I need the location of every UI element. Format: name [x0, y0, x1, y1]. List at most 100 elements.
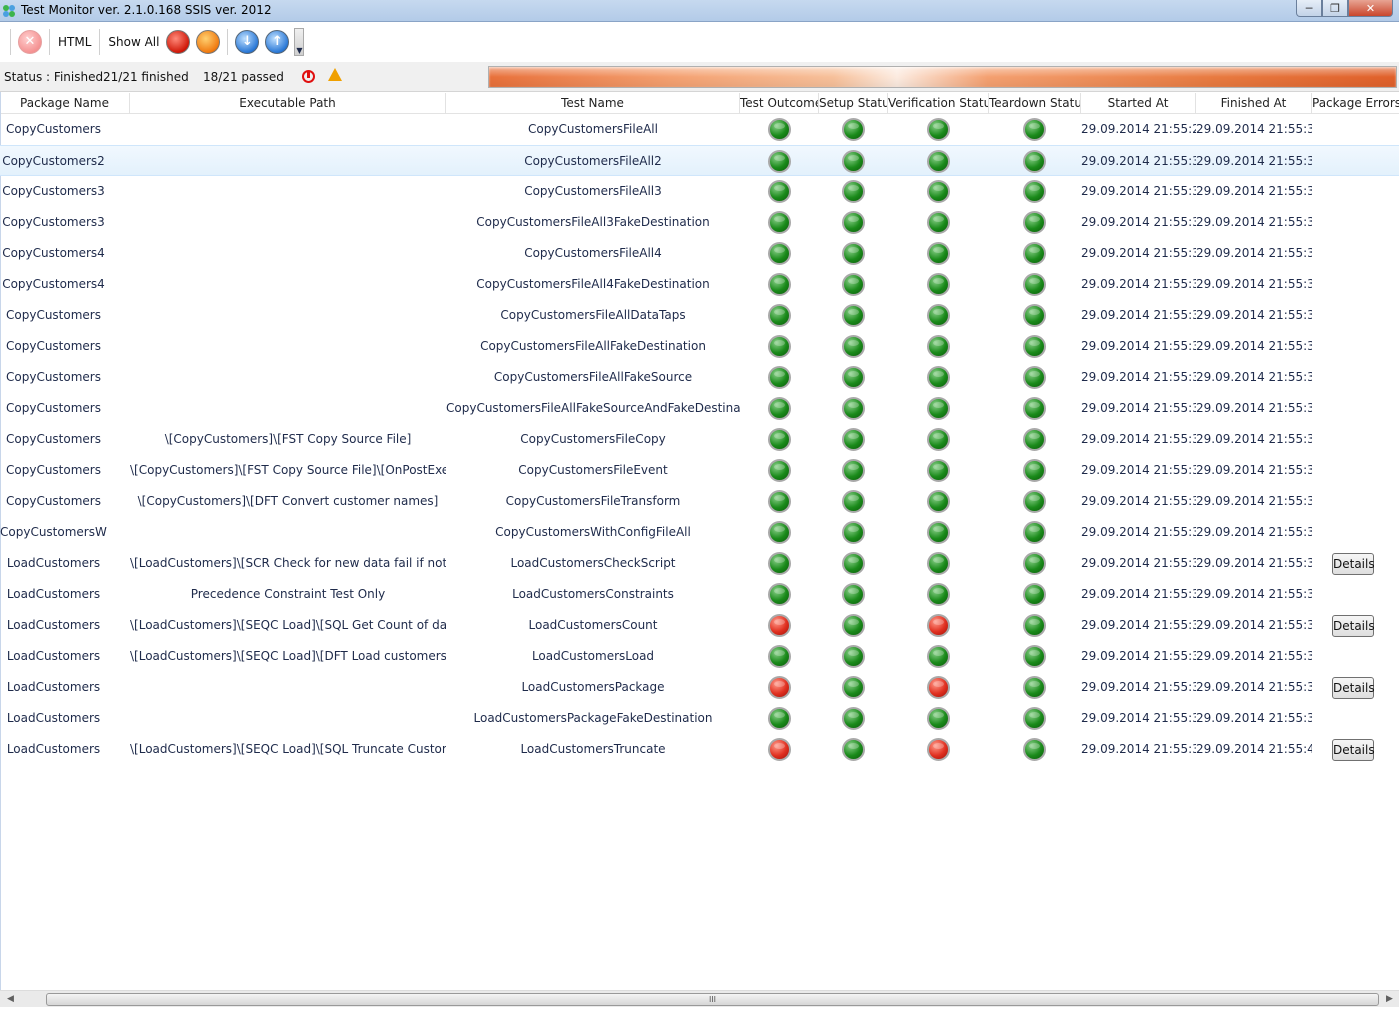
- teardown-status-pass-icon[interactable]: [1023, 335, 1046, 358]
- table-row[interactable]: LoadCustomers \[LoadCustomers]\[SCR Check…: [0, 548, 1399, 579]
- teardown-status-pass-icon[interactable]: [1023, 428, 1046, 451]
- table-row[interactable]: CopyCustomers3 CopyCustomersFileAll3FakeD…: [0, 207, 1399, 238]
- test-outcome-pass-icon[interactable]: [768, 304, 791, 327]
- verification-status-pass-icon[interactable]: [927, 118, 950, 141]
- teardown-status-pass-icon[interactable]: [1023, 150, 1046, 173]
- table-row[interactable]: CopyCustomers CopyCustomersFileAllFakeDes…: [0, 331, 1399, 362]
- table-row[interactable]: CopyCustomers4 CopyCustomersFileAll4FakeD…: [0, 269, 1399, 300]
- test-outcome-pass-icon[interactable]: [768, 397, 791, 420]
- verification-status-pass-icon[interactable]: [927, 428, 950, 451]
- verification-status-pass-icon[interactable]: [927, 150, 950, 173]
- verification-status-pass-icon[interactable]: [927, 335, 950, 358]
- verification-status-pass-icon[interactable]: [927, 521, 950, 544]
- column-header-executable-path[interactable]: Executable Path: [130, 93, 446, 114]
- verification-status-pass-icon[interactable]: [927, 397, 950, 420]
- html-button[interactable]: HTML: [58, 35, 91, 49]
- verification-status-pass-icon[interactable]: [927, 273, 950, 296]
- setup-status-pass-icon[interactable]: [842, 180, 865, 203]
- test-outcome-fail-icon[interactable]: [768, 614, 791, 637]
- maximize-button[interactable]: ❐: [1322, 0, 1348, 17]
- test-outcome-pass-icon[interactable]: [768, 459, 791, 482]
- teardown-status-pass-icon[interactable]: [1023, 180, 1046, 203]
- verification-status-pass-icon[interactable]: [927, 211, 950, 234]
- verification-status-pass-icon[interactable]: [927, 180, 950, 203]
- column-header-teardown-status[interactable]: Teardown Status: [989, 93, 1081, 114]
- verification-status-pass-icon[interactable]: [927, 645, 950, 668]
- verification-status-pass-icon[interactable]: [927, 552, 950, 575]
- toolbar-overflow-button[interactable]: ▼: [294, 27, 305, 56]
- teardown-status-pass-icon[interactable]: [1023, 676, 1046, 699]
- table-row[interactable]: LoadCustomers LoadCustomersPackage 29.09.2…: [0, 672, 1399, 703]
- verification-status-pass-icon[interactable]: [927, 304, 950, 327]
- test-outcome-pass-icon[interactable]: [768, 211, 791, 234]
- collapse-button[interactable]: ↑: [265, 29, 290, 54]
- setup-status-pass-icon[interactable]: [842, 211, 865, 234]
- column-header-started-at[interactable]: Started At: [1081, 93, 1196, 114]
- setup-status-pass-icon[interactable]: [842, 366, 865, 389]
- setup-status-pass-icon[interactable]: [842, 150, 865, 173]
- test-outcome-fail-icon[interactable]: [768, 738, 791, 761]
- setup-status-pass-icon[interactable]: [842, 490, 865, 513]
- table-row[interactable]: CopyCustomers \[CopyCustomers]\[FST Copy …: [0, 455, 1399, 486]
- verification-status-pass-icon[interactable]: [927, 459, 950, 482]
- table-row[interactable]: CopyCustomers CopyCustomersFileAllFakeSou…: [0, 393, 1399, 424]
- table-row[interactable]: CopyCustomers \[CopyCustomers]\[DFT Conve…: [0, 486, 1399, 517]
- verification-status-pass-icon[interactable]: [927, 490, 950, 513]
- setup-status-pass-icon[interactable]: [842, 645, 865, 668]
- verification-status-fail-icon[interactable]: [927, 738, 950, 761]
- column-header-test-name[interactable]: Test Name: [446, 93, 740, 114]
- test-outcome-pass-icon[interactable]: [768, 118, 791, 141]
- table-row[interactable]: CopyCustomers CopyCustomersFileAllDataTap…: [0, 300, 1399, 331]
- test-outcome-pass-icon[interactable]: [768, 335, 791, 358]
- teardown-status-pass-icon[interactable]: [1023, 397, 1046, 420]
- column-header-finished-at[interactable]: Finished At: [1196, 93, 1312, 114]
- test-outcome-pass-icon[interactable]: [768, 707, 791, 730]
- show-failed-button[interactable]: [166, 29, 191, 54]
- setup-status-pass-icon[interactable]: [842, 459, 865, 482]
- setup-status-pass-icon[interactable]: [842, 397, 865, 420]
- teardown-status-pass-icon[interactable]: [1023, 707, 1046, 730]
- table-row[interactable]: LoadCustomers \[LoadCustomers]\[SEQC Load…: [0, 734, 1399, 765]
- details-button[interactable]: Details: [1332, 677, 1375, 699]
- test-outcome-fail-icon[interactable]: [768, 676, 791, 699]
- teardown-status-pass-icon[interactable]: [1023, 552, 1046, 575]
- teardown-status-pass-icon[interactable]: [1023, 118, 1046, 141]
- verification-status-pass-icon[interactable]: [927, 242, 950, 265]
- stop-button[interactable]: ✕: [18, 29, 42, 54]
- verification-status-fail-icon[interactable]: [927, 614, 950, 637]
- details-button[interactable]: Details: [1332, 553, 1375, 575]
- column-header-setup-status[interactable]: Setup Status: [819, 93, 888, 114]
- verification-status-pass-icon[interactable]: [927, 366, 950, 389]
- table-row[interactable]: CopyCustomers4 CopyCustomersFileAll4 29.09…: [0, 238, 1399, 269]
- test-outcome-pass-icon[interactable]: [768, 242, 791, 265]
- table-row[interactable]: CopyCustomers CopyCustomersFileAll 29.09.2…: [0, 114, 1399, 145]
- table-row[interactable]: LoadCustomers \[LoadCustomers]\[SEQC Load…: [0, 610, 1399, 641]
- warning-icon[interactable]: [328, 68, 342, 81]
- teardown-status-pass-icon[interactable]: [1023, 614, 1046, 637]
- details-button[interactable]: Details: [1332, 739, 1375, 761]
- setup-status-pass-icon[interactable]: [842, 583, 865, 606]
- table-row[interactable]: CopyCustomers \[CopyCustomers]\[FST Copy …: [0, 424, 1399, 455]
- show-all-button[interactable]: Show All: [108, 35, 159, 49]
- setup-status-pass-icon[interactable]: [842, 738, 865, 761]
- setup-status-pass-icon[interactable]: [842, 428, 865, 451]
- teardown-status-pass-icon[interactable]: [1023, 459, 1046, 482]
- column-header-package-name[interactable]: Package Name: [0, 93, 130, 114]
- setup-status-pass-icon[interactable]: [842, 614, 865, 637]
- verification-status-pass-icon[interactable]: [927, 583, 950, 606]
- test-outcome-pass-icon[interactable]: [768, 150, 791, 173]
- test-outcome-pass-icon[interactable]: [768, 428, 791, 451]
- test-outcome-pass-icon[interactable]: [768, 273, 791, 296]
- teardown-status-pass-icon[interactable]: [1023, 273, 1046, 296]
- setup-status-pass-icon[interactable]: [842, 273, 865, 296]
- teardown-status-pass-icon[interactable]: [1023, 242, 1046, 265]
- scrollbar-thumb[interactable]: III: [46, 993, 1379, 1006]
- setup-status-pass-icon[interactable]: [842, 552, 865, 575]
- setup-status-pass-icon[interactable]: [842, 676, 865, 699]
- test-outcome-pass-icon[interactable]: [768, 366, 791, 389]
- minimize-button[interactable]: ─: [1296, 0, 1322, 17]
- show-errors-button[interactable]: [196, 29, 221, 54]
- teardown-status-pass-icon[interactable]: [1023, 738, 1046, 761]
- setup-status-pass-icon[interactable]: [842, 118, 865, 141]
- teardown-status-pass-icon[interactable]: [1023, 583, 1046, 606]
